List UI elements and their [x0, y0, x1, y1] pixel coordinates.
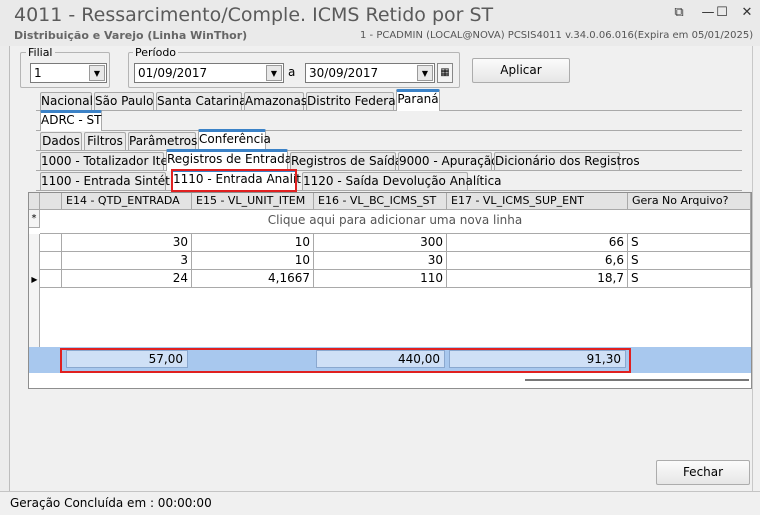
tab-parana[interactable]: Paraná [396, 89, 440, 111]
table-row-2-unit[interactable]: 10 [192, 252, 314, 270]
date-start-value: 01/09/2017 [138, 66, 208, 80]
row-indicator-column [29, 234, 40, 349]
tab-dados[interactable]: Dados [40, 132, 82, 150]
right-edge [752, 46, 760, 496]
date-end-value: 30/09/2017 [309, 66, 379, 80]
tab-registros-entradas[interactable]: Registros de Entradas [166, 149, 298, 171]
col-header-vl-unit-item[interactable]: E15 - VL_UNIT_ITEM [192, 193, 314, 210]
status-bar: Geração Concluída em : 00:00:00 [0, 491, 760, 515]
table-row-2-qtd[interactable]: 3 [62, 252, 192, 270]
table-row-2-icms[interactable]: 6,6 [447, 252, 628, 270]
entry-tab-line [36, 190, 742, 191]
tab-dicionario-registros[interactable]: Dicionário dos Registros [494, 152, 640, 170]
date-end-input[interactable]: 30/09/2017 ▼ [305, 63, 435, 83]
col-header-vl-icms-sup-ent[interactable]: E17 - VL_ICMS_SUP_ENT [447, 193, 628, 210]
tab-entrada-sintetica[interactable]: 1100 - Entrada Sintética [40, 172, 187, 190]
apply-button[interactable]: Aplicar [472, 58, 570, 83]
tab-amazonas[interactable]: Amazonas [244, 92, 307, 110]
table-row-3-icms[interactable]: 18,7 [447, 270, 628, 288]
tab-adrc-st[interactable]: ADRC - ST [40, 110, 102, 131]
col-header-qtd-entrada[interactable]: E14 - QTD_ENTRADA [62, 193, 192, 210]
tab-distrito-federal[interactable]: Distrito Federal [306, 92, 399, 110]
filial-select[interactable]: 1 ▼ [30, 63, 107, 83]
filial-label: Filial [26, 46, 55, 59]
table-row-2-gera[interactable]: S [628, 252, 751, 270]
table-row-1-bc[interactable]: 300 [314, 234, 447, 252]
table-row-3-qtd[interactable]: 24 [62, 270, 192, 288]
table-row-1-blank [40, 234, 62, 252]
new-row-marker: * [29, 210, 40, 228]
chevron-down-icon[interactable]: ▼ [266, 65, 282, 81]
tab-saida-devolucao-analitica[interactable]: 1120 - Saída Devolução Analítica [302, 172, 502, 190]
tab-apuracao[interactable]: 9000 - Apuração [398, 152, 499, 170]
table-row-3-unit[interactable]: 4,1667 [192, 270, 314, 288]
tab-filtros[interactable]: Filtros [84, 132, 126, 150]
left-edge [0, 46, 10, 496]
title-bar: 4011 - Ressarcimento/Comple. ICMS Retido… [0, 0, 760, 46]
restore-icon[interactable]: ⧉ [668, 4, 690, 22]
tab-sao-paulo[interactable]: São Paulo [94, 92, 154, 110]
data-grid[interactable]: E14 - QTD_ENTRADA E15 - VL_UNIT_ITEM E16… [28, 192, 752, 389]
new-row-hint[interactable]: Clique aqui para adicionar uma nova linh… [40, 210, 751, 234]
blank-header [40, 193, 62, 210]
tab-santa-catarina[interactable]: Santa Catarina [156, 92, 246, 110]
status-text: Geração Concluída em : 00:00:00 [10, 496, 212, 510]
chevron-down-icon[interactable]: ▼ [417, 65, 433, 81]
window-subtitle: Distribuição e Varejo (Linha WinThor) [14, 29, 248, 42]
table-row-3-bc[interactable]: 110 [314, 270, 447, 288]
table-row-1-icms[interactable]: 66 [447, 234, 628, 252]
maximize-icon[interactable]: ☐ [711, 4, 733, 22]
date-start-input[interactable]: 01/09/2017 ▼ [134, 63, 284, 83]
periodo-label: Período [133, 46, 179, 59]
tab-nacional[interactable]: Nacional [40, 92, 93, 110]
tab-totalizador-itens[interactable]: 1000 - Totalizador Itens [40, 152, 182, 170]
table-row-2-blank [40, 252, 62, 270]
calendar-icon[interactable]: ▦ [437, 63, 453, 83]
horizontal-scrollbar[interactable] [525, 379, 749, 381]
tab-conferencia[interactable]: Conferência [198, 129, 271, 151]
totals-highlight [60, 348, 631, 373]
table-row-2-bc[interactable]: 30 [314, 252, 447, 270]
window-title: 4011 - Ressarcimento/Comple. ICMS Retido… [14, 4, 494, 26]
col-header-gera-arquivo[interactable]: Gera No Arquivo? [628, 193, 751, 210]
table-row-3-blank [40, 270, 62, 288]
row-indicator-header [29, 193, 40, 210]
table-row-1-qtd[interactable]: 30 [62, 234, 192, 252]
close-icon[interactable]: ✕ [736, 4, 758, 22]
filial-value: 1 [34, 66, 42, 80]
state-tab-line [36, 110, 742, 111]
section-tab-line [36, 150, 742, 151]
table-row-1-gera[interactable]: S [628, 234, 751, 252]
tab-registros-saidas[interactable]: Registros de Saídas [290, 152, 409, 170]
session-info: 1 - PCADMIN (LOCAL@NOVA) PCSIS4011 v.34.… [360, 30, 754, 41]
date-separator: a [288, 65, 296, 79]
col-header-vl-bc-icms-st[interactable]: E16 - VL_BC_ICMS_ST [314, 193, 447, 210]
close-button[interactable]: Fechar [656, 460, 750, 485]
current-row-arrow-icon: ▶ [31, 275, 38, 284]
chevron-down-icon[interactable]: ▼ [89, 65, 105, 81]
entrada-analitica-highlight [171, 169, 297, 192]
table-row-3-gera[interactable]: S [628, 270, 751, 288]
table-row-1-unit[interactable]: 10 [192, 234, 314, 252]
adrc-tab-line [36, 130, 742, 131]
tab-parametros[interactable]: Parâmetros [128, 132, 197, 150]
register-tab-line [36, 170, 742, 171]
